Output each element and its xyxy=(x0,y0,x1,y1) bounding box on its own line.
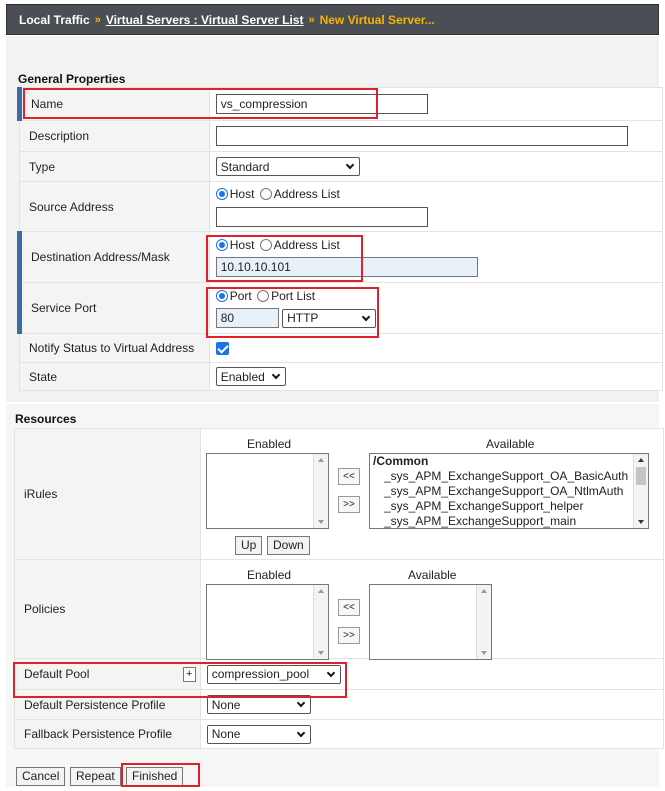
scroll-down-icon xyxy=(318,651,324,655)
breadcrumb-separator: » xyxy=(94,13,101,26)
chevron-down-icon xyxy=(345,160,354,170)
scrollbar[interactable] xyxy=(313,454,328,528)
scroll-down-icon xyxy=(638,520,644,524)
type-label: Type xyxy=(19,151,210,182)
irules-down-button[interactable]: Down xyxy=(267,536,310,555)
notify-status-label: Notify Status to Virtual Address xyxy=(19,333,210,363)
policies-label: Policies xyxy=(14,559,201,659)
irules-available-header: Available xyxy=(486,437,535,451)
finished-button[interactable]: Finished xyxy=(126,767,184,786)
state-label: State xyxy=(19,362,210,391)
scroll-up-icon xyxy=(318,589,324,593)
chevron-down-icon xyxy=(361,312,371,321)
source-address-label: Source Address xyxy=(19,181,210,232)
chevron-down-icon xyxy=(326,668,335,677)
service-port-input[interactable]: 80 xyxy=(215,308,279,328)
state-select[interactable]: Enabled xyxy=(215,367,286,386)
repeat-button[interactable]: Repeat xyxy=(70,767,121,786)
add-pool-button[interactable]: + xyxy=(182,667,196,682)
port-list-label: Port List xyxy=(271,288,316,303)
breadcrumb-root: Local Traffic xyxy=(19,12,90,27)
destination-label: Destination Address/Mask xyxy=(17,231,210,283)
source-address-list-label: Address List xyxy=(273,187,340,202)
service-port-label: Service Port xyxy=(17,282,210,334)
destination-address-list-radio[interactable] xyxy=(259,238,272,251)
policies-move-right-button[interactable]: >> xyxy=(338,627,360,644)
breadcrumb-link-virtual-server-list[interactable]: Virtual Servers : Virtual Server List xyxy=(106,13,304,27)
policies-available-list[interactable] xyxy=(369,584,492,660)
scroll-thumb[interactable] xyxy=(636,467,646,485)
default-pool-label-text: Default Pool xyxy=(24,667,90,681)
fallback-persistence-value: None xyxy=(211,727,241,741)
policies-available-header: Available xyxy=(408,568,457,582)
cancel-button[interactable]: Cancel xyxy=(16,767,66,786)
section-title-resources: Resources xyxy=(15,412,77,426)
default-persistence-select[interactable]: None xyxy=(206,695,311,714)
destination-host-label: Host xyxy=(229,237,255,252)
fallback-persistence-select[interactable]: None xyxy=(206,724,311,744)
service-port-radio[interactable] xyxy=(215,289,228,302)
chevron-down-icon xyxy=(271,370,280,380)
breadcrumb: Local Traffic » Virtual Servers : Virtua… xyxy=(6,4,659,35)
default-pool-value: compression_pool xyxy=(211,667,310,681)
scroll-up-icon xyxy=(318,458,324,462)
description-input[interactable] xyxy=(215,126,628,146)
policies-move-left-button[interactable]: << xyxy=(338,599,360,616)
irules-move-left-button[interactable]: << xyxy=(338,468,360,485)
scrollbar[interactable] xyxy=(633,454,648,528)
list-group-common: /Common xyxy=(373,454,429,468)
list-item[interactable]: _sys_APM_ExchangeSupport_helper xyxy=(370,499,648,514)
scroll-up-icon xyxy=(638,458,644,462)
source-host-radio[interactable] xyxy=(215,188,228,201)
list-item[interactable]: _sys_APM_ExchangeSupport_OA_BasicAuth xyxy=(370,469,648,484)
irules-up-button[interactable]: Up xyxy=(235,536,263,555)
scroll-up-icon xyxy=(481,589,487,593)
name-label: Name xyxy=(17,87,210,121)
scroll-down-icon xyxy=(481,651,487,655)
service-port-option-label: Port xyxy=(229,288,252,303)
name-input[interactable]: vs_compression xyxy=(215,94,428,114)
scrollbar[interactable] xyxy=(313,585,328,659)
chevron-down-icon xyxy=(296,698,305,708)
list-item[interactable]: _sys_APM_ExchangeSupport_OA_NtlmAuth xyxy=(370,484,648,499)
source-address-input[interactable] xyxy=(215,206,428,227)
general-properties-table: Name vs_compression Description Type Sta… xyxy=(17,87,664,391)
type-select[interactable]: Standard xyxy=(215,157,360,176)
fallback-persistence-label: Fallback Persistence Profile xyxy=(14,719,201,749)
protocol-value: HTTP xyxy=(287,311,319,325)
irules-available-list[interactable]: /Common _sys_APM_ExchangeSupport_OA_Basi… xyxy=(369,453,649,529)
destination-address-input[interactable]: 10.10.10.101 xyxy=(215,257,478,277)
type-value: Standard xyxy=(220,159,270,174)
default-pool-label: Default Pool + xyxy=(14,658,201,690)
irules-enabled-list[interactable] xyxy=(206,453,329,529)
default-persistence-value: None xyxy=(211,697,241,712)
policies-enabled-list[interactable] xyxy=(206,584,329,660)
source-address-list-radio[interactable] xyxy=(259,188,272,201)
section-title-general: General Properties xyxy=(18,72,126,86)
description-label: Description xyxy=(19,120,210,152)
policies-enabled-header: Enabled xyxy=(247,568,292,582)
scroll-down-icon xyxy=(318,520,324,524)
source-host-label: Host xyxy=(229,187,255,202)
irules-move-right-button[interactable]: >> xyxy=(338,496,360,513)
scrollbar[interactable] xyxy=(476,585,491,659)
port-list-radio[interactable] xyxy=(257,289,270,302)
default-pool-select[interactable]: compression_pool xyxy=(206,664,341,684)
default-persistence-label: Default Persistence Profile xyxy=(14,689,201,720)
irules-enabled-header: Enabled xyxy=(247,437,292,451)
breadcrumb-separator: » xyxy=(308,13,315,26)
irules-label: iRules xyxy=(14,428,201,560)
breadcrumb-current: New Virtual Server... xyxy=(319,12,435,27)
state-value: Enabled xyxy=(220,369,265,384)
chevron-down-icon xyxy=(296,728,305,737)
destination-address-list-label: Address List xyxy=(273,237,340,252)
service-port-protocol-select[interactable]: HTTP xyxy=(282,308,377,328)
destination-host-radio[interactable] xyxy=(215,238,228,251)
list-item[interactable]: _sys_APM_ExchangeSupport_main xyxy=(370,514,648,528)
notify-status-checkbox[interactable] xyxy=(215,342,229,356)
